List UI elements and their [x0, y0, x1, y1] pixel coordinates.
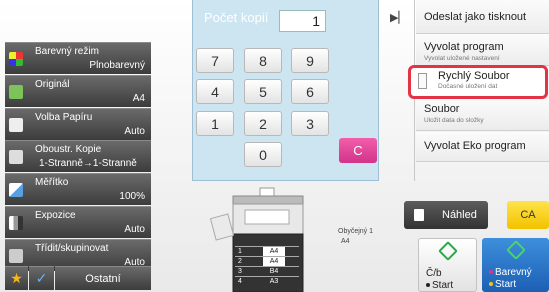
confirm-button[interactable]: ✓ [29, 266, 54, 290]
preview-label: Náhled [442, 209, 477, 221]
clear-all-label: CA [520, 209, 536, 221]
setting-value: Plnobarevný [89, 60, 145, 71]
tray-4[interactable]: 4 A3 [235, 276, 299, 285]
keypad-panel: Počet kopií 1 7 8 9 4 5 6 1 2 3 0 C [192, 0, 379, 181]
other-button[interactable]: Ostatní [55, 266, 151, 290]
copies-input[interactable]: 1 [279, 10, 326, 32]
bw-start-label: Č/b [426, 268, 442, 279]
setting-value: Auto [124, 125, 145, 137]
color-start-sublabel: Start [489, 279, 516, 290]
tray-size: A3 [269, 278, 279, 285]
setting-exposure[interactable]: Expozice Auto [5, 205, 151, 238]
key-3[interactable]: 3 [291, 111, 329, 136]
recall-program-item[interactable]: Vyvolat program Vyvolat uložené nastaven… [416, 35, 549, 66]
quick-file-item[interactable]: Rychlý Soubor Dočasné uložení dat [408, 65, 548, 99]
key-4[interactable]: 4 [196, 79, 234, 104]
setting-paper-select[interactable]: Volba Papíru Auto [5, 107, 151, 140]
file-label: Soubor [424, 103, 460, 115]
paper-type: Obyčejný 1 [338, 228, 374, 235]
send-as-print-label: Odeslat jako tisknout [424, 11, 527, 23]
duplex-icon [9, 150, 23, 165]
eco-program-item[interactable]: Vyvolat Eko program [416, 132, 549, 162]
bw-start-sublabel: Start [426, 280, 453, 291]
quick-file-desc: Dočasné uložení dat [438, 83, 498, 90]
setting-value: 1-Stranně→1-Stranně [39, 158, 137, 170]
tray-size: A4 [263, 247, 285, 256]
preview-icon [414, 209, 424, 221]
output-paper-label: Obyčejný 1 A4 [338, 227, 373, 247]
star-icon: ★ [10, 270, 23, 286]
eco-program-label: Vyvolat Eko program [424, 140, 526, 152]
quick-file-label: Rychlý Soubor [438, 70, 510, 82]
tray-number: 4 [238, 278, 242, 285]
tray-number: 2 [238, 258, 242, 265]
setting-value: A4 [132, 92, 145, 104]
setting-name: Měřítko [35, 177, 69, 189]
copies-label: Počet kopií [204, 10, 269, 25]
color-start-label: Barevný [489, 267, 532, 278]
recall-program-label: Vyvolat program [424, 41, 504, 53]
original-icon [9, 84, 23, 99]
setting-original[interactable]: Originál A4 [5, 74, 151, 107]
file-item[interactable]: Soubor Uložit data do složky [416, 99, 549, 131]
settings-panel: Barevný režim Plnobarevný Originál A4 Vo… [5, 42, 151, 272]
exposure-icon [9, 215, 23, 230]
start-icon [505, 240, 526, 260]
setting-name: Barevný režim [35, 46, 99, 57]
setting-name: Třídit/skupinovat [35, 242, 109, 254]
setting-duplex[interactable]: Oboustr. Kopie 1-Stranně→1-Stranně [5, 140, 151, 173]
paper-select-icon [9, 117, 23, 132]
color-mode-icon [9, 52, 23, 66]
key-1[interactable]: 1 [196, 111, 234, 136]
key-5[interactable]: 5 [244, 79, 282, 104]
setting-name: Oboustr. Kopie [35, 144, 102, 156]
setting-color-mode[interactable]: Barevný režim Plnobarevný [5, 42, 151, 74]
key-0[interactable]: 0 [244, 142, 282, 167]
clear-key[interactable]: C [339, 138, 377, 163]
file-icon [418, 73, 427, 89]
tray-1[interactable]: 1 A4 [235, 246, 299, 256]
tray-size: A4 [263, 257, 285, 266]
other-label: Ostatní [85, 272, 121, 285]
setting-name: Volba Papíru [35, 111, 93, 123]
file-desc: Uložit data do složky [424, 117, 484, 124]
bw-start-button[interactable]: Č/b Start [418, 238, 477, 292]
collapse-arrow-icon: ▶▏ [390, 12, 407, 24]
setting-value: Auto [124, 223, 145, 235]
checkmark-icon: ✓ [35, 270, 48, 286]
favorite-button[interactable]: ★ [5, 266, 28, 290]
tray-3[interactable]: 3 B4 [235, 266, 299, 275]
tray-2[interactable]: 2 A4 [235, 256, 299, 266]
copy-screen: Barevný režim Plnobarevný Originál A4 Vo… [0, 0, 549, 292]
machine-illustration: 1 A4 2 A4 3 B4 4 A3 [205, 186, 345, 292]
clear-all-button[interactable]: CA [507, 201, 549, 229]
send-as-print-item[interactable]: Odeslat jako tisknout [416, 0, 549, 34]
sort-icon [9, 248, 23, 263]
tray-number: 3 [238, 268, 242, 275]
setting-scale[interactable]: Měřítko 100% [5, 173, 151, 206]
key-8[interactable]: 8 [244, 48, 282, 73]
preview-button[interactable]: Náhled [404, 201, 488, 229]
key-2[interactable]: 2 [244, 111, 282, 136]
key-9[interactable]: 9 [291, 48, 329, 73]
key-7[interactable]: 7 [196, 48, 234, 73]
key-6[interactable]: 6 [291, 79, 329, 104]
paper-size: A4 [341, 238, 350, 245]
setting-name: Expozice [35, 209, 76, 221]
start-icon [437, 241, 458, 261]
setting-name: Originál [35, 78, 70, 90]
bottom-left-bar: ★ ✓ Ostatní [5, 266, 151, 290]
setting-value: 100% [119, 191, 145, 203]
tray-number: 1 [238, 248, 242, 255]
color-start-button[interactable]: Barevný Start [482, 238, 549, 292]
recall-program-desc: Vyvolat uložené nastavení [424, 55, 500, 62]
scale-icon [9, 183, 23, 198]
tray-size: B4 [269, 268, 279, 275]
